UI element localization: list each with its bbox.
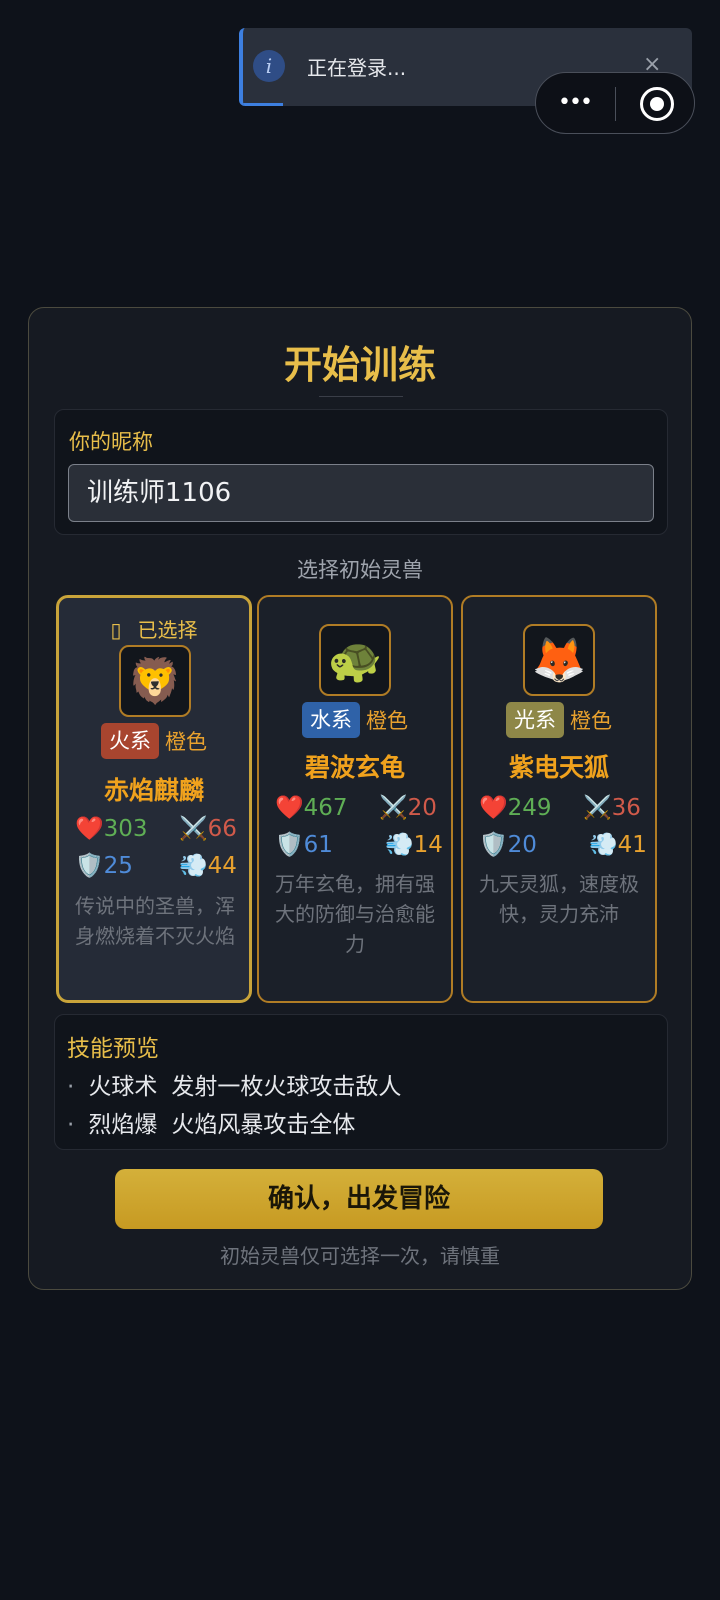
- beast-name: 紫电天狐: [508, 753, 609, 782]
- more-icon[interactable]: •••: [558, 92, 593, 114]
- beast-description: 传说中的圣兽，浑身燃烧着不灭火焰: [75, 894, 235, 948]
- defense-stat: 🛡️20: [479, 832, 537, 858]
- swords-icon: ⚔️: [179, 816, 208, 842]
- lion-avatar-icon: 🦁: [119, 645, 191, 717]
- fox-avatar-icon: 🦊: [523, 624, 595, 696]
- exit-target-icon[interactable]: [640, 87, 674, 121]
- skill-item: · 火球术 发射一枚火球攻击敌人: [67, 1074, 402, 1100]
- toast-progress-bar: [243, 103, 283, 106]
- quality-label: 橙色: [570, 709, 612, 733]
- skills-preview: 技能预览 · 火球术 发射一枚火球攻击敌人 · 烈焰爆 火焰风暴攻击全体: [54, 1014, 668, 1150]
- attack-stat: ⚔️36: [583, 795, 641, 821]
- nickname-section: 你的昵称 训练师1106: [54, 409, 668, 535]
- wind-icon: 💨: [179, 853, 208, 879]
- attack-stat: ⚔️20: [379, 795, 437, 821]
- attack-stat: ⚔️66: [179, 816, 237, 842]
- element-tag: 火系: [101, 723, 159, 759]
- page-title: 开始训练: [283, 343, 436, 387]
- heart-icon: ❤️: [275, 795, 304, 821]
- shield-icon: 🛡️: [275, 832, 304, 858]
- skills-title: 技能预览: [67, 1036, 159, 1062]
- nickname-label: 你的昵称: [69, 430, 153, 454]
- defense-stat: 🛡️61: [275, 832, 333, 858]
- selected-indicator: ▯ 已选择: [110, 618, 198, 642]
- beast-name: 赤焰麒麟: [103, 776, 204, 805]
- choice-warning-note: 初始灵兽仅可选择一次，请慎重: [220, 1244, 500, 1268]
- hp-stat: ❤️249: [479, 795, 552, 821]
- confirm-button[interactable]: 确认，出发冒险: [115, 1169, 603, 1229]
- capsule-divider: [615, 87, 616, 121]
- hp-stat: ❤️303: [75, 816, 148, 842]
- beast-tags: 水系 橙色: [259, 702, 451, 738]
- quality-label: 橙色: [366, 709, 408, 733]
- shield-icon: 🛡️: [479, 832, 508, 858]
- speed-stat: 💨14: [385, 832, 443, 858]
- swords-icon: ⚔️: [583, 795, 612, 821]
- speed-stat: 💨44: [179, 853, 237, 879]
- beast-tags: 光系 橙色: [463, 702, 655, 738]
- beast-card-light[interactable]: 🦊 光系 橙色 紫电天狐 ❤️249 ⚔️36 🛡️20 💨41 九天灵狐，速度极…: [461, 595, 657, 1003]
- beast-tags: 火系 橙色: [59, 723, 249, 759]
- speed-stat: 💨41: [589, 832, 647, 858]
- wind-icon: 💨: [589, 832, 618, 858]
- shield-icon: 🛡️: [75, 853, 104, 879]
- beast-description: 九天灵狐，速度极快，灵力充沛: [479, 872, 639, 926]
- element-tag: 光系: [506, 702, 564, 738]
- training-card: 开始训练 你的昵称 训练师1106 选择初始灵兽 ▯ 已选择 🦁 火系 橙色 赤焰麒…: [28, 307, 692, 1290]
- wind-icon: 💨: [385, 832, 414, 858]
- beast-card-water[interactable]: 🐢 水系 橙色 碧波玄龟 ❤️467 ⚔️20 🛡️61 💨14 万年玄龟，拥有强…: [257, 595, 453, 1003]
- title-divider: [319, 396, 403, 397]
- choose-beast-label: 选择初始灵兽: [297, 558, 423, 582]
- heart-icon: ❤️: [75, 816, 104, 842]
- skill-item: · 烈焰爆 火焰风暴攻击全体: [67, 1112, 356, 1138]
- nickname-input[interactable]: 训练师1106: [68, 464, 654, 522]
- toast-message: 正在登录...: [307, 56, 407, 80]
- swords-icon: ⚔️: [379, 795, 408, 821]
- miniprogram-capsule: •••: [535, 72, 695, 134]
- element-tag: 水系: [302, 702, 360, 738]
- turtle-avatar-icon: 🐢: [319, 624, 391, 696]
- quality-label: 橙色: [165, 730, 207, 754]
- beast-name: 碧波玄龟: [304, 753, 405, 782]
- beast-card-fire[interactable]: ▯ 已选择 🦁 火系 橙色 赤焰麒麟 ❤️303 ⚔️66 🛡️25 💨44 传说中…: [56, 595, 252, 1003]
- beast-description: 万年玄龟，拥有强大的防御与治愈能力: [275, 872, 435, 956]
- info-icon: i: [253, 50, 285, 82]
- defense-stat: 🛡️25: [75, 853, 133, 879]
- check-icon: ▯: [110, 618, 122, 642]
- heart-icon: ❤️: [479, 795, 508, 821]
- hp-stat: ❤️467: [275, 795, 348, 821]
